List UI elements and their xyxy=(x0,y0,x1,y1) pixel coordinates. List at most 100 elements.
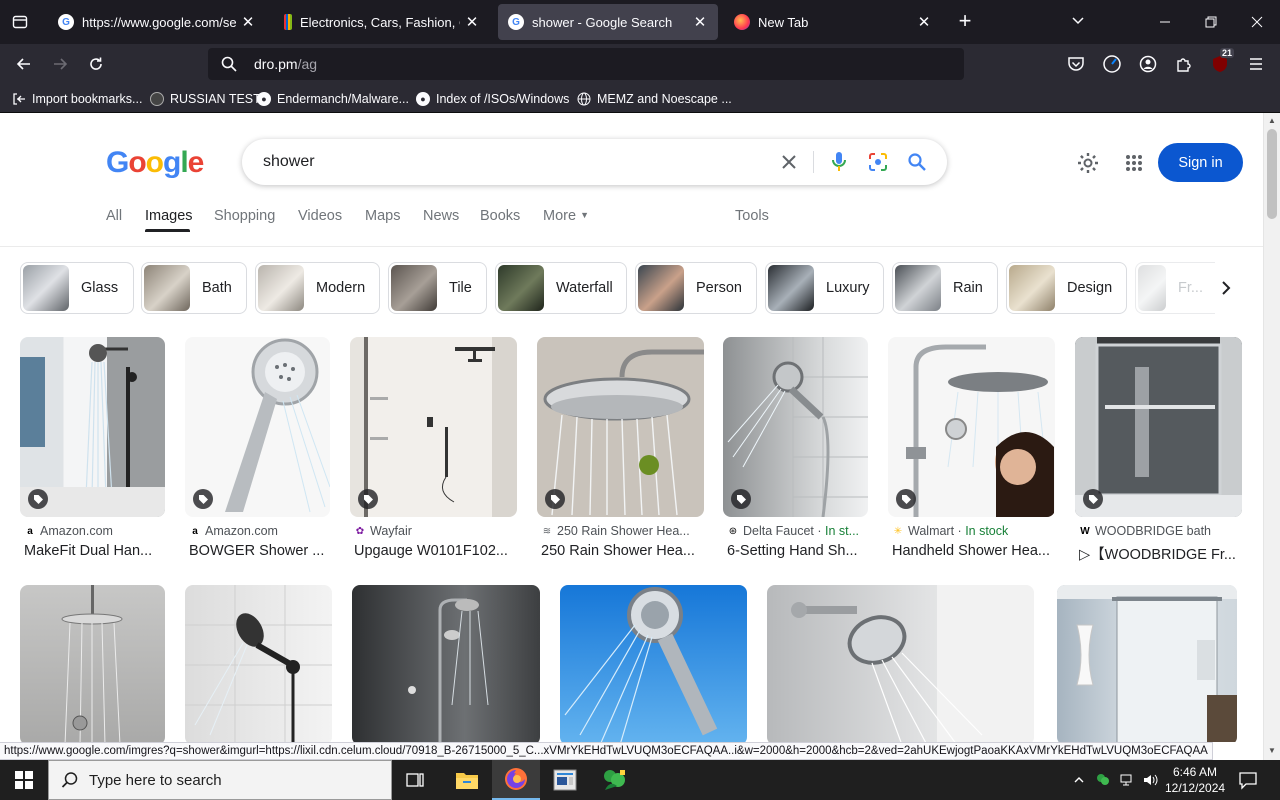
close-tab-icon[interactable]: ✕ xyxy=(464,13,480,31)
result-source[interactable]: ✳ Walmart · In stock xyxy=(892,524,1008,538)
tab-google-search-1[interactable]: G https://www.google.com/searc ✕ xyxy=(48,4,266,40)
ublock-origin-icon[interactable]: 21 xyxy=(1208,48,1235,76)
windows-start-icon[interactable] xyxy=(0,760,48,800)
gear-icon[interactable] xyxy=(1076,151,1100,175)
green-app-icon[interactable] xyxy=(590,760,638,800)
tab-news[interactable]: News xyxy=(423,208,459,224)
tab-maps[interactable]: Maps xyxy=(365,208,400,224)
sign-in-button[interactable]: Sign in xyxy=(1158,143,1243,182)
result-thumbnail[interactable] xyxy=(560,585,747,742)
hamburger-menu-icon[interactable] xyxy=(1244,52,1268,76)
tab-books[interactable]: Books xyxy=(480,208,520,224)
chip-person[interactable]: Person xyxy=(635,262,757,314)
search-icon[interactable] xyxy=(905,150,929,174)
result-thumbnail[interactable] xyxy=(20,585,165,742)
image-result[interactable] xyxy=(20,585,165,742)
page-scrollbar[interactable]: ▲ ▼ xyxy=(1263,113,1280,760)
tab-more[interactable]: More ▼ xyxy=(543,208,589,224)
forward-arrow-icon[interactable] xyxy=(48,52,72,76)
volume-icon[interactable] xyxy=(1141,771,1159,789)
result-title[interactable]: MakeFit Dual Han... xyxy=(24,543,164,559)
search-query[interactable]: shower xyxy=(263,153,315,171)
result-source[interactable]: a Amazon.com xyxy=(24,524,113,538)
result-title[interactable]: 250 Rain Shower Hea... xyxy=(541,543,703,559)
image-result[interactable] xyxy=(560,585,747,742)
account-icon[interactable] xyxy=(1136,52,1160,76)
tab-ebay[interactable]: Electronics, Cars, Fashion, Colle ✕ xyxy=(274,4,490,40)
scrollbar-thumb[interactable] xyxy=(1267,129,1277,219)
reload-icon[interactable] xyxy=(84,52,108,76)
file-explorer-icon[interactable] xyxy=(443,760,491,800)
notifications-icon[interactable] xyxy=(1238,770,1258,790)
chip-bath[interactable]: Bath xyxy=(141,262,247,314)
tab-videos[interactable]: Videos xyxy=(298,208,342,224)
tab-shopping[interactable]: Shopping xyxy=(214,208,275,224)
chip-modern[interactable]: Modern xyxy=(255,262,380,314)
image-result[interactable] xyxy=(352,585,540,742)
scroll-down-icon[interactable]: ▼ xyxy=(1267,746,1277,756)
result-thumbnail[interactable] xyxy=(185,585,332,742)
tab-new-tab[interactable]: New Tab ✕ xyxy=(724,4,942,40)
result-source[interactable]: a Amazon.com xyxy=(189,524,278,538)
image-result[interactable]: ≋ 250 Rain Shower Hea... 250 Rain Shower … xyxy=(537,337,704,567)
tray-app-icon[interactable] xyxy=(1094,771,1112,789)
result-title[interactable]: 6-Setting Hand Sh... xyxy=(727,543,867,559)
chevron-right-icon[interactable] xyxy=(1216,278,1236,298)
search-box[interactable]: shower xyxy=(242,139,947,185)
chip-rain[interactable]: Rain xyxy=(892,262,998,314)
result-source[interactable]: ≋ 250 Rain Shower Hea... xyxy=(541,524,690,538)
bookmark-endermanch[interactable]: ● Endermanch/Malware... xyxy=(257,90,409,108)
tray-overflow-chevron-icon[interactable] xyxy=(1070,771,1088,789)
result-title[interactable]: Handheld Shower Hea... xyxy=(892,543,1054,559)
microphone-icon[interactable] xyxy=(827,150,851,174)
result-source[interactable]: ✿ Wayfair xyxy=(354,524,412,538)
result-source[interactable]: ⊛ Delta Faucet · In st... xyxy=(727,524,859,538)
bookmark-russian-test[interactable]: RUSSIAN TEST xyxy=(150,90,261,108)
restore-icon[interactable] xyxy=(1196,10,1226,34)
result-thumbnail[interactable] xyxy=(1057,585,1237,742)
chip-design[interactable]: Design xyxy=(1006,262,1127,314)
image-result[interactable]: a Amazon.com MakeFit Dual Han... xyxy=(20,337,165,567)
tools-button[interactable]: Tools xyxy=(735,208,769,224)
image-result[interactable]: W WOODBRIDGE bath ▷【WOODBRIDGE Fr... xyxy=(1075,337,1242,567)
extensions-puzzle-icon[interactable] xyxy=(1172,52,1196,76)
chip-waterfall[interactable]: Waterfall xyxy=(495,262,627,314)
address-bar[interactable]: dro.pm/ag xyxy=(208,48,964,80)
bookmark-import[interactable]: Import bookmarks... xyxy=(12,90,142,108)
pocket-icon[interactable] xyxy=(1064,52,1088,76)
chip-frameless[interactable]: Fr... xyxy=(1135,262,1215,314)
image-result[interactable]: ✳ Walmart · In stock Handheld Shower Hea.… xyxy=(888,337,1055,567)
result-title[interactable]: ▷【WOODBRIDGE Fr... xyxy=(1079,543,1241,564)
back-arrow-icon[interactable] xyxy=(12,52,36,76)
result-thumbnail[interactable] xyxy=(767,585,1034,742)
result-thumbnail[interactable] xyxy=(352,585,540,742)
chip-tile[interactable]: Tile xyxy=(388,262,487,314)
image-result[interactable] xyxy=(767,585,1034,742)
bookmark-isos[interactable]: ● Index of /ISOs/Windows xyxy=(416,90,569,108)
close-tab-icon[interactable]: ✕ xyxy=(240,13,256,31)
result-thumbnail[interactable] xyxy=(888,337,1055,517)
google-doodle-logo[interactable]: Google xyxy=(106,146,204,180)
close-window-icon[interactable] xyxy=(1242,10,1272,34)
result-thumbnail[interactable] xyxy=(537,337,704,517)
firefox-view-icon[interactable] xyxy=(8,10,32,34)
chip-luxury[interactable]: Luxury xyxy=(765,262,884,314)
task-view-icon[interactable] xyxy=(392,760,440,800)
url-text[interactable]: dro.pm/ag xyxy=(254,56,317,72)
clear-search-icon[interactable] xyxy=(777,150,801,174)
apps-grid-icon[interactable] xyxy=(1122,151,1146,175)
image-result[interactable] xyxy=(185,585,332,742)
close-tab-icon[interactable]: ✕ xyxy=(916,13,932,31)
tab-shower-google-search[interactable]: G shower - Google Search ✕ xyxy=(498,4,718,40)
scroll-up-icon[interactable]: ▲ xyxy=(1267,116,1277,126)
speedometer-extension-icon[interactable] xyxy=(1100,52,1124,76)
new-tab-icon[interactable]: + xyxy=(953,10,977,34)
result-title[interactable]: Upgauge W0101F102... xyxy=(354,543,516,559)
minimize-icon[interactable] xyxy=(1150,10,1180,34)
result-title[interactable]: BOWGER Shower ... xyxy=(189,543,329,559)
google-lens-icon[interactable] xyxy=(866,150,890,174)
network-icon[interactable] xyxy=(1118,771,1136,789)
chevron-down-icon[interactable] xyxy=(1070,12,1092,32)
image-result[interactable]: ⊛ Delta Faucet · In st... 6-Setting Hand … xyxy=(723,337,868,567)
result-source[interactable]: W WOODBRIDGE bath xyxy=(1079,524,1211,538)
